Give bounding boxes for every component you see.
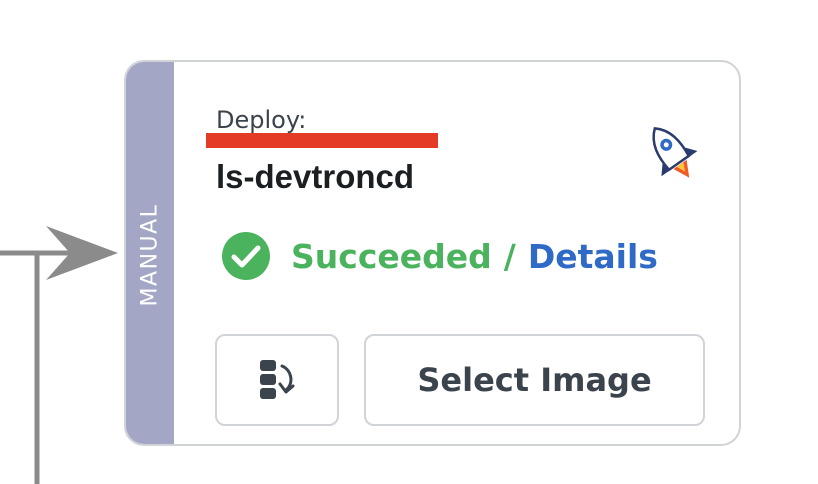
rollback-icon bbox=[260, 360, 295, 399]
pipeline-name: ls-devtroncd bbox=[216, 158, 415, 195]
check-circle-icon bbox=[222, 232, 270, 280]
connector-lines bbox=[0, 250, 112, 484]
select-image-button[interactable]: Select Image bbox=[364, 334, 705, 426]
status-text: Succeeded bbox=[291, 236, 492, 276]
pipeline-connector bbox=[0, 226, 118, 484]
status-separator: / bbox=[503, 236, 516, 276]
rocket-icon bbox=[652, 127, 698, 178]
rollback-button[interactable] bbox=[215, 334, 339, 426]
cd-pipeline-node[interactable]: MANUAL Deploy: ls-devtroncd Succeeded / … bbox=[124, 60, 741, 446]
redaction-mark bbox=[206, 133, 438, 148]
trigger-type-strip: MANUAL bbox=[126, 62, 174, 444]
select-image-label: Select Image bbox=[417, 361, 652, 399]
deployment-status: Succeeded / Details bbox=[221, 230, 658, 282]
stage-label: Deploy: bbox=[216, 106, 307, 134]
details-link[interactable]: Details bbox=[528, 237, 658, 276]
trigger-type-label: MANUAL bbox=[137, 203, 163, 307]
